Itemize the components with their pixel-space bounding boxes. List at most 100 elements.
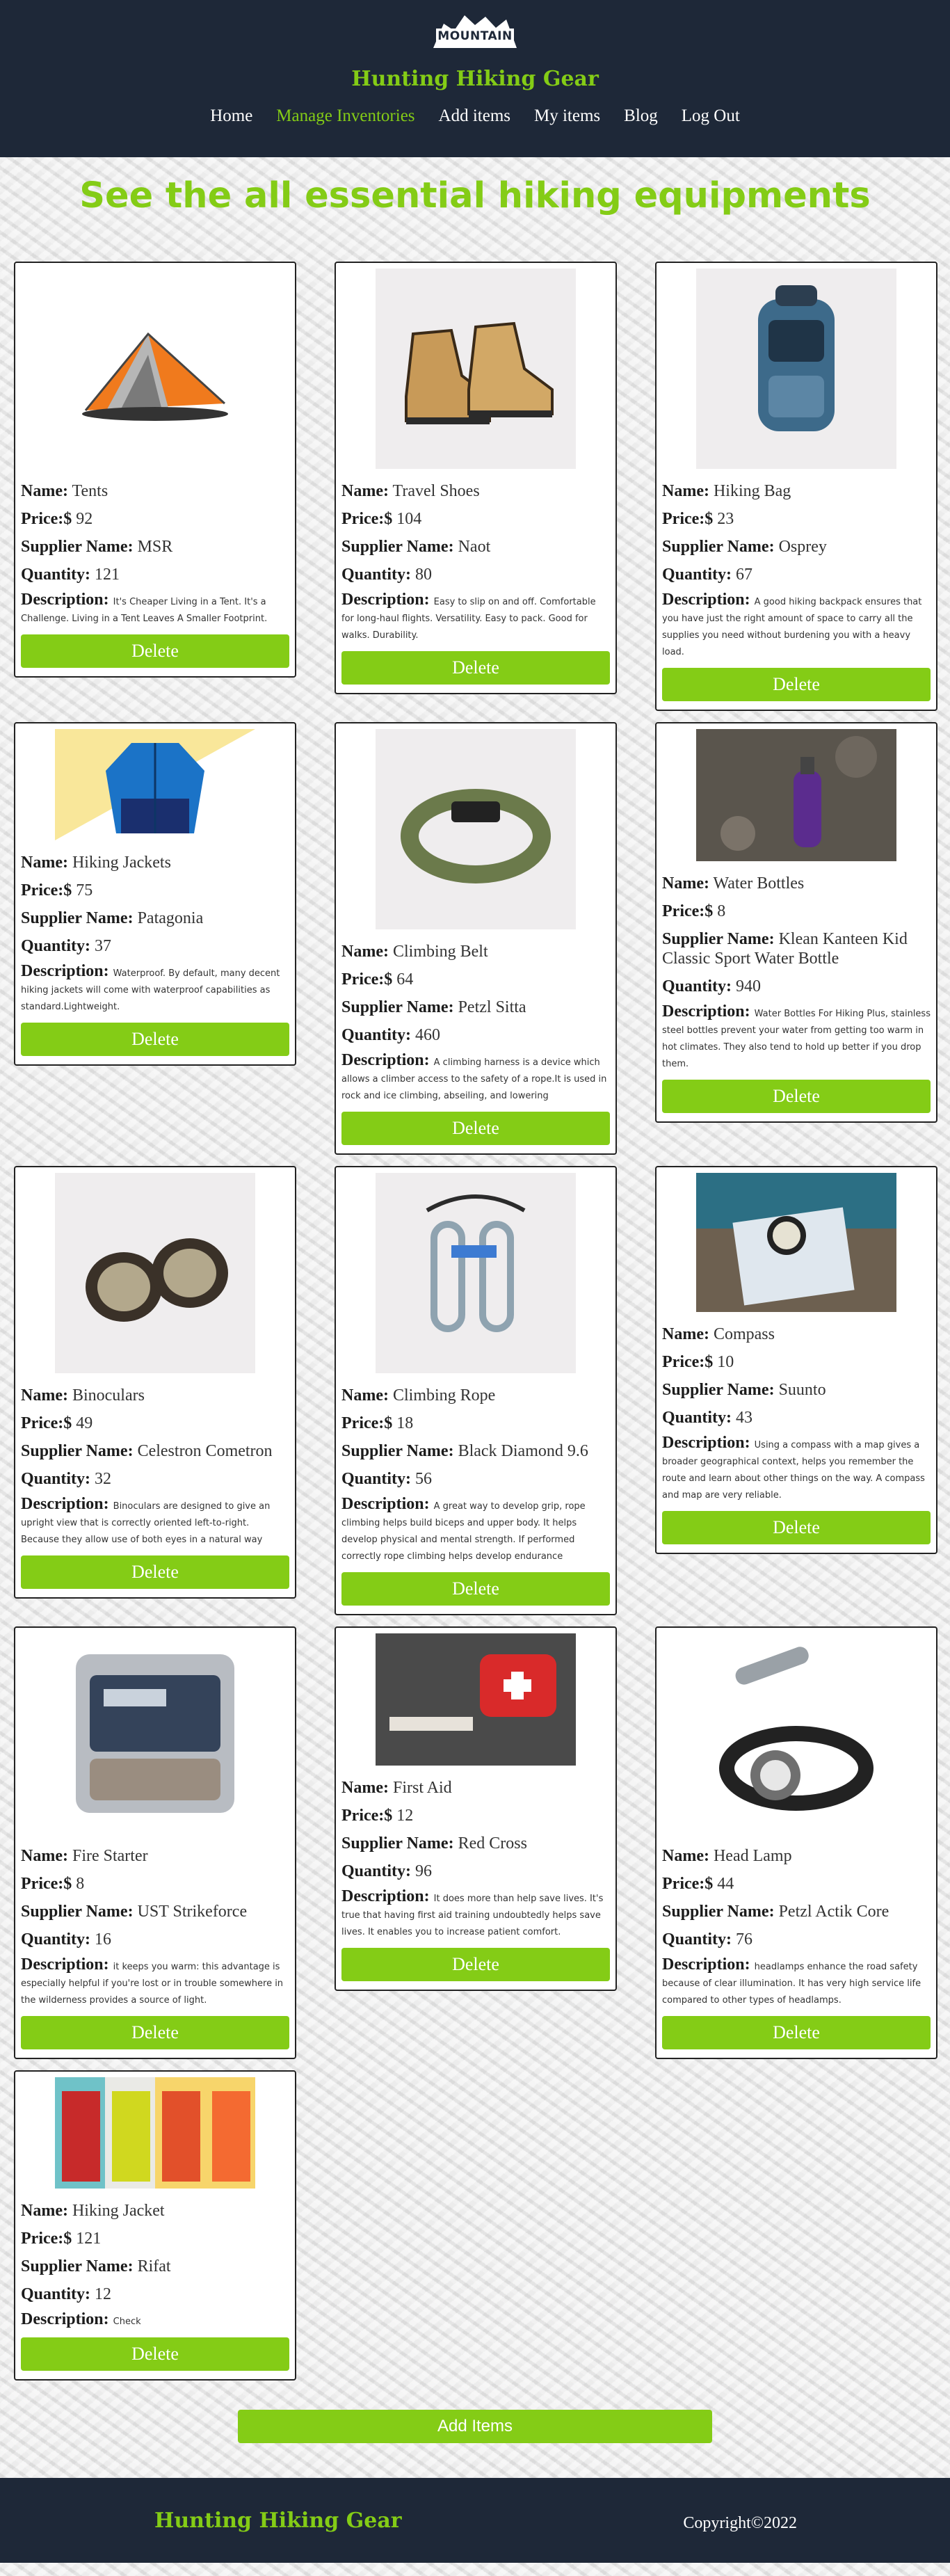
item-supplier-row: Supplier Name: Klean Kanteen Kid Classic…	[662, 929, 931, 968]
item-description: Check	[113, 2317, 141, 2327]
logo-text: MOUNTAIN	[437, 29, 513, 43]
binoculars-image	[55, 1173, 255, 1373]
price-label: Price:$	[21, 2230, 72, 2248]
item-name-row: Name: Hiking Jackets	[21, 853, 289, 872]
delete-button[interactable]: Delete	[662, 2016, 931, 2049]
price-label: Price:$	[21, 1875, 72, 1893]
description-label: Description:	[21, 1495, 109, 1513]
name-label: Name:	[21, 854, 68, 872]
nav-log-out[interactable]: Log Out	[682, 106, 740, 126]
item-quantity-row: Quantity: 32	[21, 1469, 289, 1489]
delete-button[interactable]: Delete	[21, 1023, 289, 1056]
headlamp-image	[696, 1633, 896, 1834]
item-quantity: 940	[736, 977, 762, 995]
tent-image	[55, 269, 255, 469]
item-name-row: Name: Binoculars	[21, 1386, 289, 1405]
item-quantity: 32	[95, 1470, 112, 1488]
item-price-row: Price:$ 92	[21, 509, 289, 529]
supplier-label: Supplier Name:	[662, 1381, 775, 1399]
description-label: Description:	[341, 1051, 430, 1069]
item-price: 92	[76, 510, 93, 528]
item-quantity-row: Quantity: 43	[662, 1408, 931, 1427]
item-price: 104	[396, 510, 422, 528]
item-supplier: Petzl Sitta	[458, 998, 526, 1016]
item-quantity: 37	[95, 937, 112, 955]
item-supplier-row: Supplier Name: Petzl Sitta	[341, 998, 610, 1017]
item-quantity-row: Quantity: 37	[21, 936, 289, 956]
supplier-label: Supplier Name:	[21, 1442, 134, 1460]
nav-my-items[interactable]: My items	[534, 106, 600, 126]
item-supplier: Osprey	[778, 538, 827, 556]
item-supplier: Red Cross	[458, 1834, 527, 1853]
item-name-row: Name: Tents	[21, 481, 289, 501]
shoes-image	[376, 269, 576, 469]
item-price: 18	[396, 1414, 414, 1432]
delete-button[interactable]: Delete	[21, 1555, 289, 1589]
item-description-row: Description: Check	[21, 2311, 289, 2329]
supplier-label: Supplier Name:	[21, 909, 134, 927]
item-price-row: Price:$ 18	[341, 1414, 610, 1433]
item-supplier-row: Supplier Name: Suunto	[662, 1380, 931, 1400]
delete-button[interactable]: Delete	[341, 1948, 610, 1981]
description-label: Description:	[21, 591, 109, 609]
item-quantity-row: Quantity: 76	[662, 1930, 931, 1949]
delete-button[interactable]: Delete	[21, 2016, 289, 2049]
mountain-logo[interactable]: MOUNTAIN	[426, 10, 524, 58]
price-label: Price:$	[341, 1807, 393, 1825]
supplier-label: Supplier Name:	[21, 538, 134, 556]
name-label: Name:	[341, 1386, 389, 1405]
item-price-row: Price:$ 12	[341, 1806, 610, 1825]
item-quantity-row: Quantity: 940	[662, 977, 931, 996]
quantity-label: Quantity:	[341, 1862, 412, 1880]
add-items-button[interactable]: Add Items	[238, 2410, 712, 2443]
belt-image	[376, 729, 576, 929]
inventory-card: Name: Travel Shoes Price:$ 104 Supplier …	[335, 262, 617, 694]
item-description-row: Description: headlamps enhance the road …	[662, 1955, 931, 2008]
item-name-row: Name: Travel Shoes	[341, 481, 610, 501]
quantity-label: Quantity:	[21, 566, 91, 584]
item-price-row: Price:$ 49	[21, 1414, 289, 1433]
supplier-label: Supplier Name:	[21, 1903, 134, 1921]
quantity-label: Quantity:	[21, 1930, 91, 1949]
nav-home[interactable]: Home	[210, 106, 252, 126]
item-quantity: 121	[95, 566, 120, 584]
delete-button[interactable]: Delete	[662, 668, 931, 701]
name-label: Name:	[341, 482, 389, 500]
inventory-card: Name: Compass Price:$ 10 Supplier Name: …	[655, 1166, 937, 1554]
delete-button[interactable]: Delete	[21, 2337, 289, 2371]
item-name: Hiking Jackets	[72, 854, 171, 872]
delete-button[interactable]: Delete	[21, 634, 289, 668]
site-footer: Hunting Hiking Gear Copyright©2022	[0, 2478, 950, 2563]
quantity-label: Quantity:	[341, 1026, 412, 1044]
nav-add-items[interactable]: Add items	[439, 106, 510, 126]
description-label: Description:	[662, 1955, 750, 1974]
brand-title[interactable]: Hunting Hiking Gear	[0, 67, 950, 91]
inventory-card: Name: Hiking Jacket Price:$ 121 Supplier…	[14, 2070, 296, 2381]
description-label: Description:	[662, 1002, 750, 1021]
item-supplier: Patagonia	[137, 909, 204, 927]
nav-blog[interactable]: Blog	[624, 106, 658, 126]
price-label: Price:$	[341, 970, 393, 989]
supplier-label: Supplier Name:	[662, 538, 775, 556]
name-label: Name:	[662, 1325, 709, 1343]
description-label: Description:	[662, 591, 750, 609]
delete-button[interactable]: Delete	[341, 1112, 610, 1145]
item-description-row: Description: It's Cheaper Living in a Te…	[21, 591, 289, 626]
delete-button[interactable]: Delete	[341, 651, 610, 685]
nav-manage-inventories[interactable]: Manage Inventories	[276, 106, 414, 126]
item-supplier: UST Strikeforce	[137, 1903, 248, 1921]
inventory-card: Name: Hiking Jackets Price:$ 75 Supplier…	[14, 722, 296, 1066]
item-supplier-row: Supplier Name: Red Cross	[341, 1834, 610, 1853]
delete-button[interactable]: Delete	[662, 1080, 931, 1113]
item-name-row: Name: Compass	[662, 1325, 931, 1344]
description-label: Description:	[341, 1887, 430, 1905]
item-supplier-row: Supplier Name: Naot	[341, 537, 610, 557]
delete-button[interactable]: Delete	[662, 1511, 931, 1544]
quantity-label: Quantity:	[662, 1409, 732, 1427]
item-supplier-row: Supplier Name: Petzl Actik Core	[662, 1902, 931, 1921]
item-price: 44	[717, 1875, 734, 1893]
delete-button[interactable]: Delete	[341, 1572, 610, 1606]
item-quantity-row: Quantity: 67	[662, 565, 931, 584]
item-price-row: Price:$ 23	[662, 509, 931, 529]
item-price: 64	[396, 970, 414, 989]
